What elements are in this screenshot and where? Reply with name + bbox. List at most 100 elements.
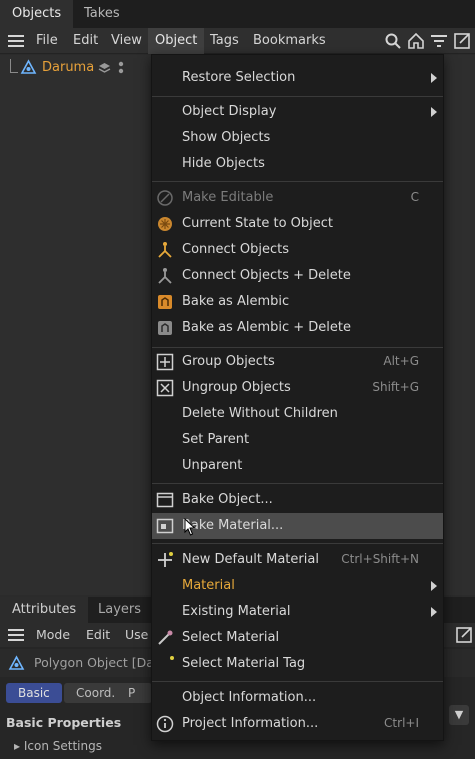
attributes-object-label: Polygon Object [Dar bbox=[34, 655, 160, 670]
menu-item-label: New Default Material bbox=[182, 552, 319, 567]
hamburger-menu-icon[interactable] bbox=[8, 35, 24, 47]
tab-layers[interactable]: Layers bbox=[86, 597, 153, 623]
menu-item-material[interactable]: Material bbox=[152, 573, 443, 599]
attr-menu-mode[interactable]: Mode bbox=[36, 623, 70, 647]
menu-item-select-material-tag[interactable]: Select Material Tag bbox=[152, 651, 443, 677]
menu-item-label: Show Objects bbox=[182, 130, 271, 145]
menu-item-label: Make Editable bbox=[182, 190, 274, 205]
icon-settings-toggle[interactable]: ▸ Icon Settings bbox=[14, 739, 102, 753]
info-icon bbox=[156, 715, 174, 733]
make-editable-icon bbox=[157, 190, 173, 206]
home-icon[interactable] bbox=[407, 32, 425, 50]
menu-item-bake-alembic-delete[interactable]: Bake as Alembic + Delete bbox=[152, 315, 443, 341]
menu-item-label: Connect Objects + Delete bbox=[182, 268, 351, 283]
menu-item-ungroup-objects[interactable]: Ungroup Objects Shift+G bbox=[152, 375, 443, 401]
visibility-dots-icon[interactable] bbox=[116, 60, 126, 76]
submenu-arrow-icon bbox=[431, 607, 437, 617]
menu-item-current-state-to-object[interactable]: Current State to Object bbox=[152, 211, 443, 237]
select-material-tag-icon bbox=[170, 656, 174, 660]
attr-new-window-icon[interactable] bbox=[455, 626, 473, 644]
menu-item-label: Current State to Object bbox=[182, 216, 334, 231]
menu-item-show-objects[interactable]: Show Objects bbox=[152, 125, 443, 151]
object-dropdown-menu: Restore Selection Object Display Show Ob… bbox=[151, 54, 444, 741]
connect-objects-icon bbox=[158, 242, 172, 258]
menu-item-label: Set Parent bbox=[182, 432, 250, 447]
menu-item-label: Select Material Tag bbox=[182, 656, 306, 671]
menu-item-label: Bake as Alembic + Delete bbox=[182, 320, 351, 335]
submenu-arrow-icon bbox=[431, 107, 437, 117]
menu-item-label: Group Objects bbox=[182, 354, 275, 369]
menu-item-restore-selection[interactable]: Restore Selection bbox=[152, 65, 443, 91]
menu-edit[interactable]: Edit bbox=[66, 28, 105, 54]
menu-file[interactable]: File bbox=[29, 28, 65, 54]
attributes-hamburger-icon[interactable] bbox=[8, 629, 24, 641]
object-row-daruma[interactable]: Daruma bbox=[0, 55, 150, 81]
menu-object[interactable]: Object bbox=[148, 28, 205, 54]
attributes-dropdown-chevron-icon[interactable]: ▼ bbox=[449, 705, 469, 725]
polygon-object-icon bbox=[20, 59, 37, 74]
attr-menu-user[interactable]: Use bbox=[125, 623, 148, 647]
menu-item-delete-without-children[interactable]: Delete Without Children bbox=[152, 401, 443, 427]
menu-item-unparent[interactable]: Unparent bbox=[152, 453, 443, 479]
menu-view[interactable]: View bbox=[104, 28, 149, 54]
menu-item-connect-objects-delete[interactable]: Connect Objects + Delete bbox=[152, 263, 443, 289]
tab-objects[interactable]: Objects bbox=[0, 0, 74, 28]
menu-item-label: Material bbox=[182, 578, 235, 593]
new-material-icon bbox=[158, 552, 173, 567]
menu-item-label: Existing Material bbox=[182, 604, 291, 619]
menu-item-existing-material[interactable]: Existing Material bbox=[152, 599, 443, 625]
bake-object-icon bbox=[156, 492, 174, 508]
menu-bookmarks[interactable]: Bookmarks bbox=[246, 28, 333, 54]
menu-item-label: Bake as Alembic bbox=[182, 294, 290, 309]
menu-item-hide-objects[interactable]: Hide Objects bbox=[152, 151, 443, 177]
menu-item-label: Delete Without Children bbox=[182, 406, 338, 421]
polygon-object-icon bbox=[8, 655, 25, 670]
icon-settings-label: Icon Settings bbox=[23, 739, 102, 753]
menu-item-make-editable[interactable]: Make Editable C bbox=[152, 185, 443, 211]
attr-tab-phong[interactable]: P bbox=[122, 683, 152, 703]
new-window-icon[interactable] bbox=[453, 32, 471, 50]
menu-item-object-information[interactable]: Object Information... bbox=[152, 685, 443, 711]
menu-separator bbox=[152, 543, 443, 544]
menu-separator bbox=[152, 483, 443, 484]
menu-tags[interactable]: Tags bbox=[203, 28, 246, 54]
menu-item-object-display[interactable]: Object Display bbox=[152, 99, 443, 125]
layer-icon[interactable] bbox=[97, 61, 112, 76]
menu-item-label: Hide Objects bbox=[182, 156, 265, 171]
object-name[interactable]: Daruma bbox=[42, 60, 94, 75]
menu-separator bbox=[152, 347, 443, 348]
bake-alembic-delete-icon bbox=[158, 321, 172, 335]
tab-attributes[interactable]: Attributes bbox=[0, 597, 89, 623]
ungroup-objects-icon bbox=[156, 379, 174, 397]
attr-tab-coord[interactable]: Coord. bbox=[64, 683, 128, 703]
menu-item-project-information[interactable]: Project Information... Ctrl+I bbox=[152, 711, 443, 737]
tab-takes[interactable]: Takes bbox=[72, 0, 132, 28]
connect-objects-delete-icon bbox=[158, 268, 172, 284]
attr-tab-basic[interactable]: Basic bbox=[6, 683, 62, 703]
menu-item-set-parent[interactable]: Set Parent bbox=[152, 427, 443, 453]
tree-connector bbox=[10, 59, 18, 73]
menu-item-shortcut: Ctrl+Shift+N bbox=[341, 552, 419, 566]
menu-item-shortcut: Ctrl+I bbox=[384, 716, 419, 730]
current-state-icon bbox=[158, 217, 172, 231]
search-icon[interactable] bbox=[384, 32, 402, 50]
menu-item-new-default-material[interactable]: New Default Material Ctrl+Shift+N bbox=[152, 547, 443, 573]
submenu-arrow-icon bbox=[431, 581, 437, 591]
menu-item-bake-alembic[interactable]: Bake as Alembic bbox=[152, 289, 443, 315]
menu-item-label: Select Material bbox=[182, 630, 280, 645]
menu-separator bbox=[152, 181, 443, 182]
menu-item-group-objects[interactable]: Group Objects Alt+G bbox=[152, 349, 443, 375]
filter-icon[interactable] bbox=[430, 32, 448, 50]
menu-item-label: Restore Selection bbox=[182, 70, 296, 85]
menu-item-connect-objects[interactable]: Connect Objects bbox=[152, 237, 443, 263]
attr-menu-edit[interactable]: Edit bbox=[86, 623, 110, 647]
menu-item-shortcut: Shift+G bbox=[372, 380, 419, 394]
menu-item-select-material[interactable]: Select Material bbox=[152, 625, 443, 651]
select-material-icon bbox=[158, 630, 173, 645]
menu-item-label: Object Information... bbox=[182, 690, 317, 705]
menu-item-label: Object Display bbox=[182, 104, 277, 119]
menu-item-shortcut: C bbox=[410, 190, 419, 204]
menu-item-label: Bake Material... bbox=[182, 518, 284, 533]
menu-item-bake-object[interactable]: Bake Object... bbox=[152, 487, 443, 513]
menu-item-label: Connect Objects bbox=[182, 242, 289, 257]
